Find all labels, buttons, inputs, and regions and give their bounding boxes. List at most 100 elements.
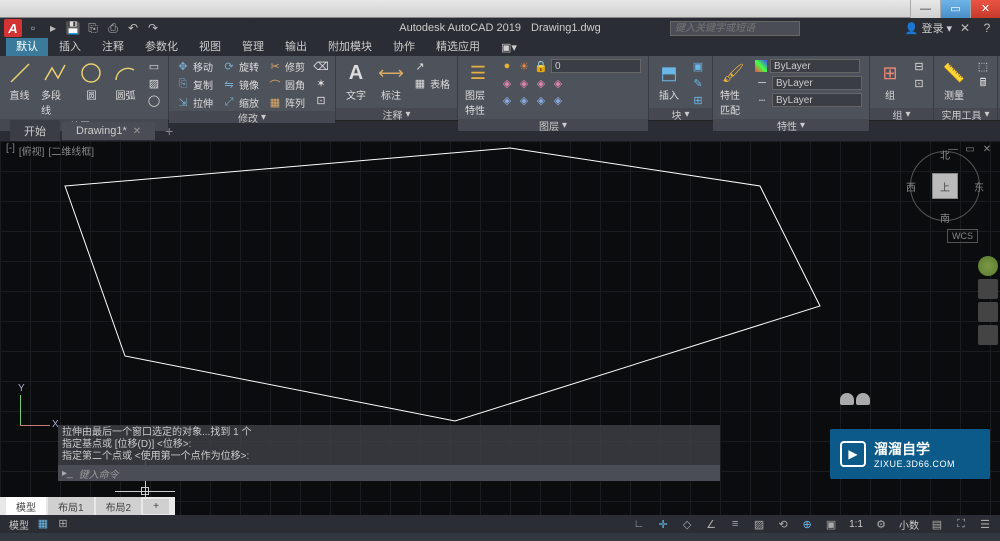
layout-2[interactable]: 布局2	[96, 497, 142, 516]
group-button[interactable]: ⊞组	[874, 58, 906, 104]
drawing-canvas[interactable]: [-] [俯视] [二维线框] — ▭ ✕ Y X 北 南 东 西 上 WCS …	[0, 141, 1000, 515]
open-icon[interactable]: ▸	[44, 19, 62, 37]
tab-insert[interactable]: 插入	[49, 36, 91, 56]
new-tab-button[interactable]: +	[157, 123, 181, 139]
rotate-button[interactable]: ⟳旋转	[219, 58, 262, 75]
status-model[interactable]: 模型	[6, 517, 32, 532]
copy-button[interactable]: ⎘复制	[173, 76, 216, 93]
layer-state[interactable]: ●☀🔒0	[497, 58, 644, 74]
matchprops-button[interactable]: 🖌特性匹配	[717, 58, 749, 119]
tab-addons[interactable]: 附加模块	[318, 36, 382, 56]
edit-block[interactable]: ✎	[688, 75, 708, 91]
maximize-button[interactable]: ▭	[940, 0, 970, 18]
polyline-button[interactable]: 多段线	[38, 58, 73, 119]
layer-tools-1[interactable]: ◈◈◈◈	[497, 75, 644, 91]
qprops-toggle[interactable]: ▣	[822, 517, 840, 531]
help-icon[interactable]: ?	[978, 19, 996, 37]
ellipse-button[interactable]: ◯	[144, 92, 164, 108]
tab-annotate[interactable]: 注释	[92, 36, 134, 56]
orbit-button[interactable]	[978, 325, 998, 345]
rect-button[interactable]: ▭	[144, 58, 164, 74]
ortho-toggle[interactable]: ∟	[630, 517, 648, 531]
tab-start[interactable]: 开始	[10, 120, 60, 142]
layout-add[interactable]: +	[143, 499, 169, 514]
transparency-toggle[interactable]: ▨	[750, 517, 768, 531]
viewcube-face[interactable]: 上	[932, 173, 958, 199]
gear-icon[interactable]: ⚙	[872, 517, 890, 531]
new-icon[interactable]: ▫	[24, 19, 42, 37]
dyn-input-toggle[interactable]: ⊕	[798, 517, 816, 531]
measure-button[interactable]: 📏测量	[938, 58, 970, 104]
undo-icon[interactable]: ↶	[124, 19, 142, 37]
arc-button[interactable]: 圆弧	[110, 58, 141, 104]
exchange-icon[interactable]: ✕	[956, 19, 974, 37]
otrack-toggle[interactable]: ∠	[702, 517, 720, 531]
command-input[interactable]: ▸_ 键入命令	[58, 465, 720, 481]
lweight-toggle[interactable]: ≡	[726, 517, 744, 531]
tab-expand[interactable]: ▣▾	[491, 39, 527, 56]
app-logo[interactable]: A	[4, 19, 22, 37]
close-button[interactable]: ✕	[970, 0, 1000, 18]
customize-button[interactable]: ☰	[976, 517, 994, 531]
mirror-button[interactable]: ⇋镜像	[219, 76, 262, 93]
viewcube[interactable]: 北 南 东 西 上	[910, 151, 980, 221]
tab-view[interactable]: 视图	[189, 36, 231, 56]
tab-default[interactable]: 默认	[6, 36, 48, 56]
cycling-toggle[interactable]: ⟲	[774, 517, 792, 531]
close-icon[interactable]: ✕	[133, 126, 141, 137]
hatch-button[interactable]: ▨	[144, 75, 164, 91]
workspace-toggle[interactable]: ▤	[928, 517, 946, 531]
create-block[interactable]: ▣	[688, 58, 708, 74]
chevron-down-icon[interactable]: ▾	[562, 120, 567, 131]
chevron-down-icon[interactable]: ▾	[261, 112, 266, 123]
saveas-icon[interactable]: ⎘	[84, 19, 102, 37]
nav-wheel-button[interactable]	[978, 256, 998, 276]
save-icon[interactable]: 💾	[64, 19, 82, 37]
group-edit[interactable]: ⊡	[909, 75, 929, 91]
tab-collab[interactable]: 协作	[383, 36, 425, 56]
explode-button[interactable]: ✶	[311, 75, 331, 91]
erase-button[interactable]: ⌫	[311, 58, 331, 74]
offset-button[interactable]: ⊡	[311, 92, 331, 108]
linetype-combo[interactable]: ┄ByLayer	[752, 92, 865, 108]
fillet-button[interactable]: ⌒圆角	[265, 76, 308, 93]
calc-button[interactable]: 🖩	[973, 75, 993, 91]
redo-icon[interactable]: ↷	[144, 19, 162, 37]
zoom-button[interactable]	[978, 302, 998, 322]
minimize-button[interactable]: —	[910, 0, 940, 18]
lineweight-combo[interactable]: ─ByLayer	[752, 75, 865, 91]
chevron-down-icon[interactable]: ▾	[905, 109, 910, 120]
tab-parametric[interactable]: 参数化	[135, 36, 188, 56]
plot-icon[interactable]: ⎙	[104, 19, 122, 37]
osnap-toggle[interactable]: ◇	[678, 517, 696, 531]
scale-button[interactable]: ⤢缩放	[219, 94, 262, 111]
clean-screen[interactable]: ⛶	[952, 517, 970, 531]
chevron-down-icon[interactable]: ▾	[405, 109, 410, 120]
attr-block[interactable]: ⊞	[688, 92, 708, 108]
tab-featured[interactable]: 精选应用	[426, 36, 490, 56]
text-button[interactable]: A文字	[340, 58, 372, 104]
select-button[interactable]: ⬚	[973, 58, 993, 74]
table-button[interactable]: ▦表格	[410, 75, 453, 92]
chevron-down-icon[interactable]: ▾	[800, 120, 805, 131]
dim-button[interactable]: ⟷标注	[375, 58, 407, 104]
tab-manage[interactable]: 管理	[232, 36, 274, 56]
insert-button[interactable]: ⬒插入	[653, 58, 685, 104]
ungroup[interactable]: ⊟	[909, 58, 929, 74]
pan-button[interactable]	[978, 279, 998, 299]
tab-drawing1[interactable]: Drawing1*✕	[62, 122, 155, 140]
chevron-down-icon[interactable]: ▾	[984, 109, 989, 120]
help-search-input[interactable]	[670, 21, 800, 36]
grid-toggle[interactable]: ▦	[34, 517, 52, 531]
login-button[interactable]: 👤 登录 ▾	[905, 20, 952, 36]
circle-button[interactable]: 圆	[76, 58, 107, 104]
layout-model[interactable]: 模型	[6, 497, 46, 516]
line-button[interactable]: 直线	[4, 58, 35, 104]
status-decimal[interactable]: 小数	[896, 517, 922, 532]
status-scale[interactable]: 1:1	[846, 519, 866, 530]
polar-toggle[interactable]: ✛	[654, 517, 672, 531]
wcs-label[interactable]: WCS	[947, 229, 978, 243]
stretch-button[interactable]: ⇲拉伸	[173, 94, 216, 111]
snap-toggle[interactable]: ⊞	[54, 517, 72, 531]
chevron-down-icon[interactable]: ▾	[684, 109, 689, 120]
